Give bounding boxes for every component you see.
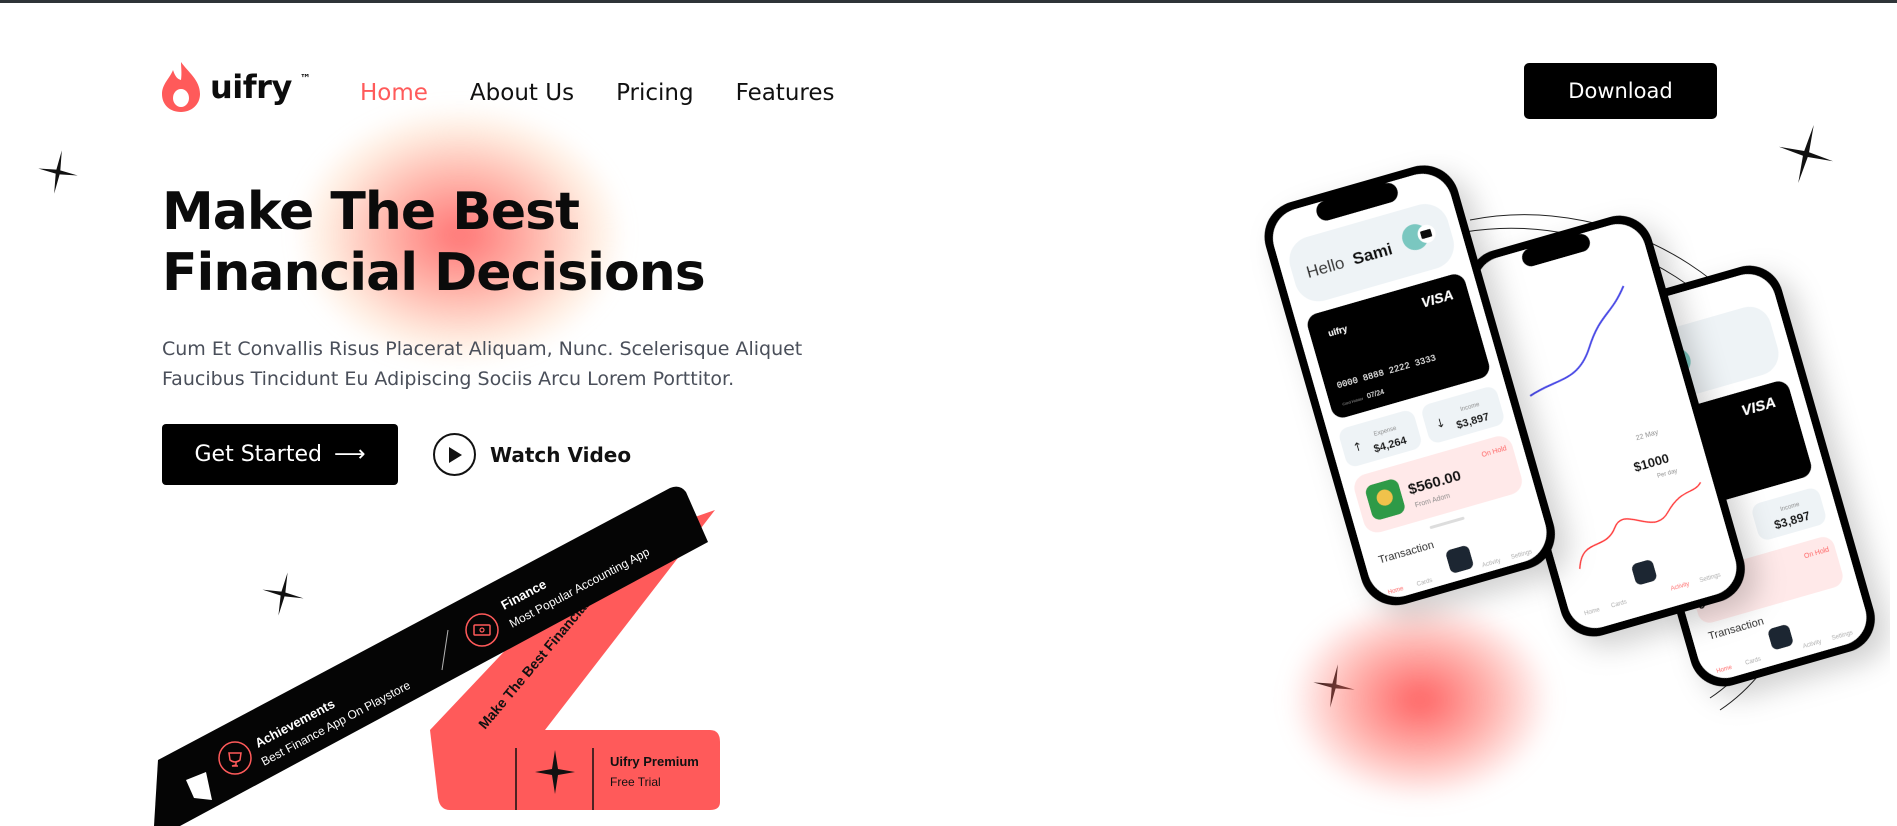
hero-title-line2: Financial Decisions — [162, 243, 706, 303]
hero-title: Make The Best Financial Decisions — [162, 182, 706, 304]
hero-title-line1: Make The Best — [162, 182, 580, 242]
hero-subtitle-line2: Faucibus Tincidunt Eu Adipiscing Sociis … — [162, 368, 735, 390]
arrow-right-icon: ⟶ — [333, 442, 366, 467]
flame-icon — [162, 62, 200, 112]
premium-title: Uifry Premium — [610, 754, 699, 769]
main-nav: Home About Us Pricing Features — [360, 80, 835, 106]
sparkle-icon — [38, 150, 78, 194]
nav-home[interactable]: Home — [360, 80, 428, 106]
get-started-button[interactable]: Get Started ⟶ — [162, 424, 398, 485]
feature-ribbons: Make The Best Financial Decisions Uifry … — [154, 486, 720, 826]
nav-pricing[interactable]: Pricing — [616, 80, 694, 106]
hero-subtitle-line1: Cum Et Convallis Risus Placerat Aliquam,… — [162, 338, 803, 360]
watch-video-button[interactable]: Watch Video — [433, 433, 631, 476]
sparkle-icon — [262, 572, 304, 616]
brand-name: uifry — [210, 68, 292, 106]
brand-logo[interactable]: uifry ™ — [160, 60, 311, 114]
phone-mockups: VISA 333 Income $3,897 On Hold 0 Transac… — [1264, 165, 1875, 711]
download-button[interactable]: Download — [1524, 63, 1717, 119]
top-border — [0, 0, 1897, 3]
nav-features[interactable]: Features — [736, 80, 835, 106]
brand-trademark: ™ — [299, 71, 311, 85]
premium-text: Free Trial — [610, 775, 661, 789]
get-started-label: Get Started — [194, 442, 322, 467]
play-icon — [433, 433, 476, 476]
hero-subtitle: Cum Et Convallis Risus Placerat Aliquam,… — [162, 334, 812, 394]
nav-about-us[interactable]: About Us — [470, 80, 574, 106]
watch-video-label: Watch Video — [490, 442, 632, 467]
